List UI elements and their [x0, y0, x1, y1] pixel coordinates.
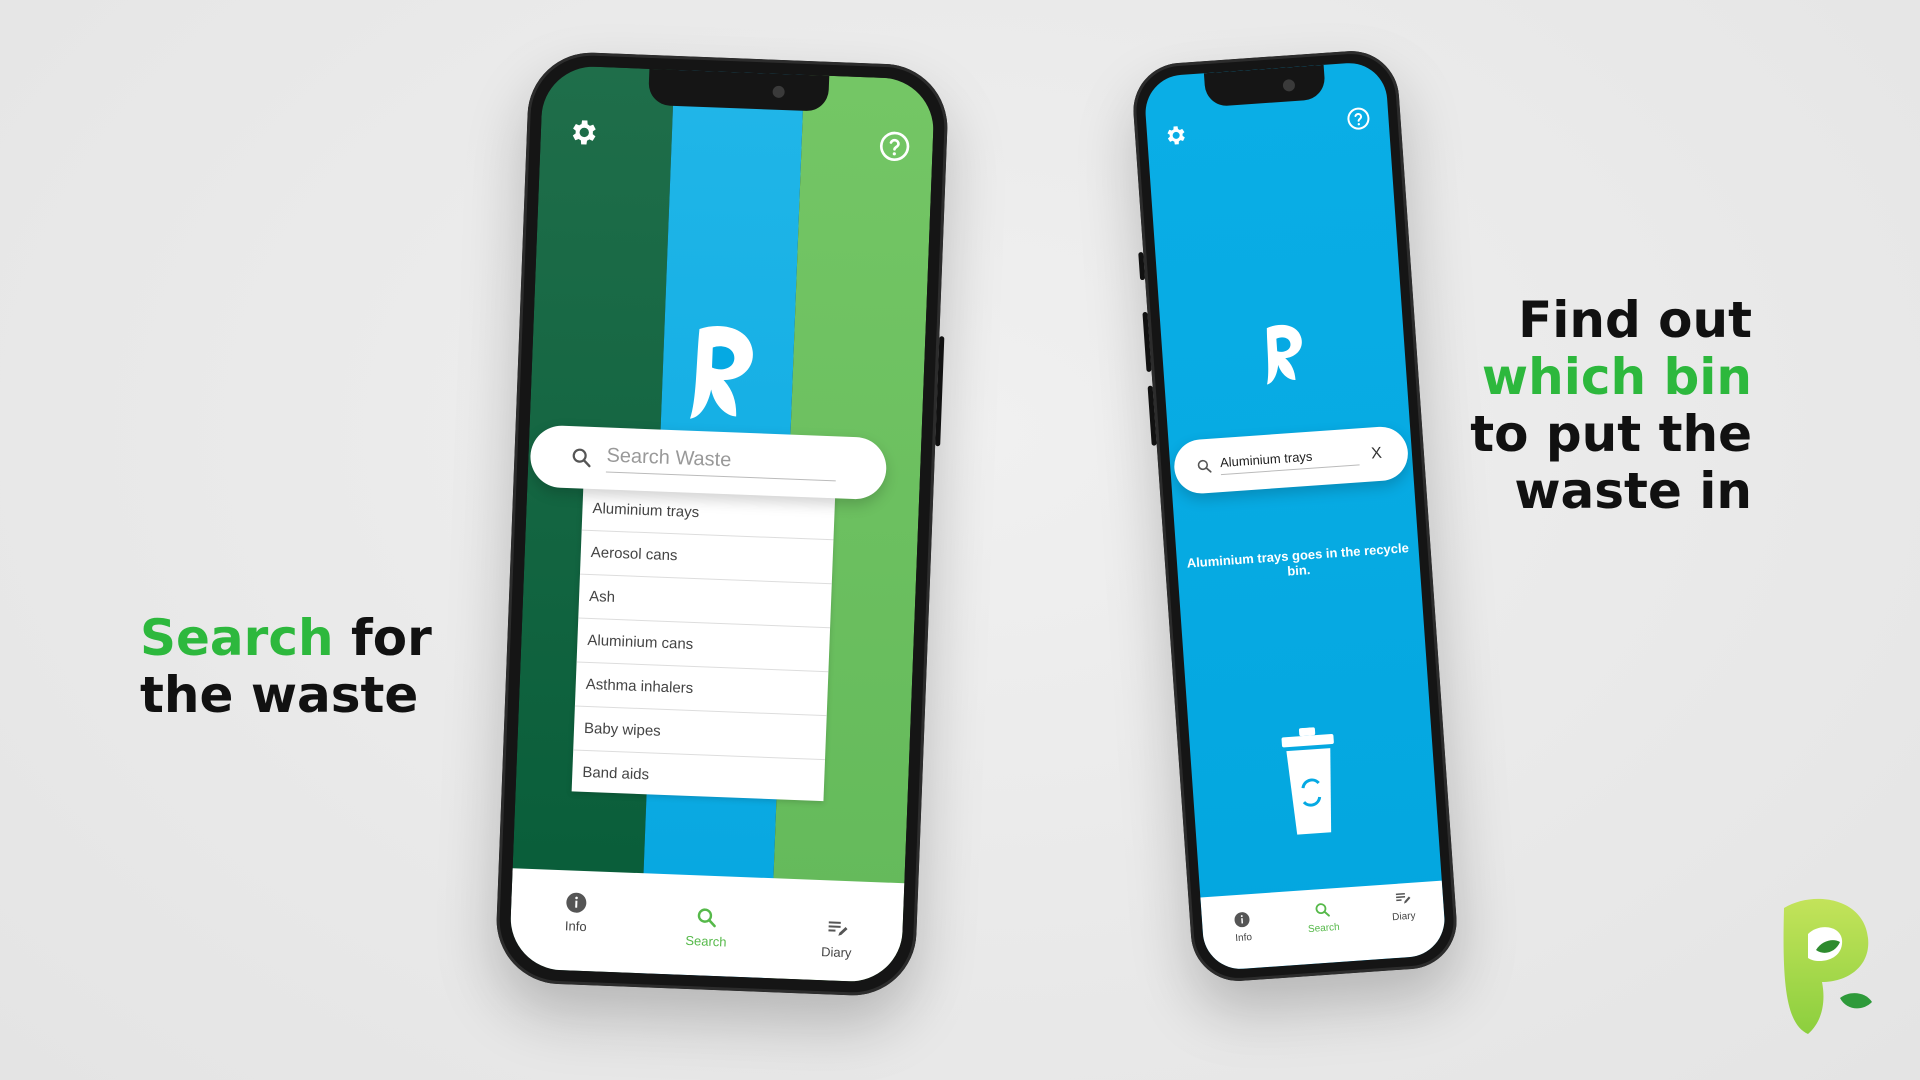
headline-accent: Search — [140, 609, 334, 667]
search-icon — [697, 908, 716, 928]
tab-diary[interactable]: Diary — [1361, 881, 1447, 960]
diary-icon — [1395, 893, 1411, 904]
tab-label: Info — [1234, 932, 1253, 945]
tab-bar: Info Search Diary — [1200, 880, 1447, 972]
headline-text: to put the — [1470, 405, 1752, 463]
notch — [1203, 64, 1326, 108]
suggestion-list[interactable]: Aluminium trays Aerosol cans Ash Alumini… — [571, 486, 836, 802]
result-message: Aluminium trays goes in the recycle bin. — [1186, 540, 1410, 579]
volume-down-button — [1147, 385, 1157, 446]
tab-label: Diary — [1391, 910, 1416, 924]
info-icon — [1234, 912, 1250, 928]
brand-logo-icon — [1783, 898, 1872, 1034]
recycle-bin-icon — [1281, 727, 1334, 835]
phone-left: Search Waste Aluminium trays Aerosol can… — [494, 50, 950, 998]
search-input[interactable]: Search Waste — [605, 444, 837, 482]
headline-text: Find out — [1518, 291, 1752, 349]
app-logo-icon — [1266, 324, 1302, 385]
left-headline: Search for the waste — [140, 610, 432, 724]
search-input[interactable]: Aluminium trays — [1219, 445, 1360, 476]
tab-info[interactable]: Info — [509, 868, 643, 973]
tab-info[interactable]: Info — [1200, 892, 1286, 971]
phone-screen: Search Waste Aluminium trays Aerosol can… — [508, 64, 936, 984]
search-icon — [1197, 459, 1212, 473]
tab-label: Info — [564, 918, 587, 935]
phone-right: Aluminium trays X Aluminium trays goes i… — [1130, 47, 1460, 985]
search-icon — [572, 448, 591, 468]
tab-search[interactable]: Search — [639, 873, 773, 978]
tab-search[interactable]: Search — [1281, 886, 1367, 965]
camera — [1282, 78, 1296, 92]
power-button — [935, 336, 945, 447]
tab-bar: Info Search Diary — [508, 868, 905, 984]
tab-label: Search — [685, 932, 727, 950]
search-bar[interactable]: Aluminium trays X — [1172, 425, 1410, 496]
tab-label: Search — [1307, 921, 1341, 936]
headline-text: the waste — [140, 666, 419, 724]
phone-screen: Aluminium trays X Aluminium trays goes i… — [1143, 60, 1447, 972]
headline-text: for — [333, 609, 432, 667]
camera — [772, 85, 785, 99]
clear-search-button[interactable]: X — [1371, 445, 1383, 464]
gear-icon[interactable] — [566, 116, 599, 149]
app-logo-icon — [690, 326, 753, 419]
gear-icon[interactable] — [1162, 123, 1188, 149]
headline-accent: which bin — [1481, 348, 1752, 406]
tab-diary[interactable]: Diary — [770, 878, 904, 983]
tab-label: Diary — [820, 944, 852, 961]
search-icon — [1315, 903, 1330, 917]
help-circle-icon[interactable] — [1346, 106, 1372, 132]
headline-text: waste in — [1514, 462, 1752, 520]
help-circle-icon[interactable] — [878, 130, 911, 163]
right-headline: Find out which bin to put the waste in — [1470, 292, 1752, 520]
diary-icon — [828, 921, 848, 936]
info-icon — [566, 892, 587, 913]
notch — [648, 68, 830, 112]
volume-up-button — [1142, 311, 1152, 373]
mute-switch — [1138, 251, 1146, 281]
